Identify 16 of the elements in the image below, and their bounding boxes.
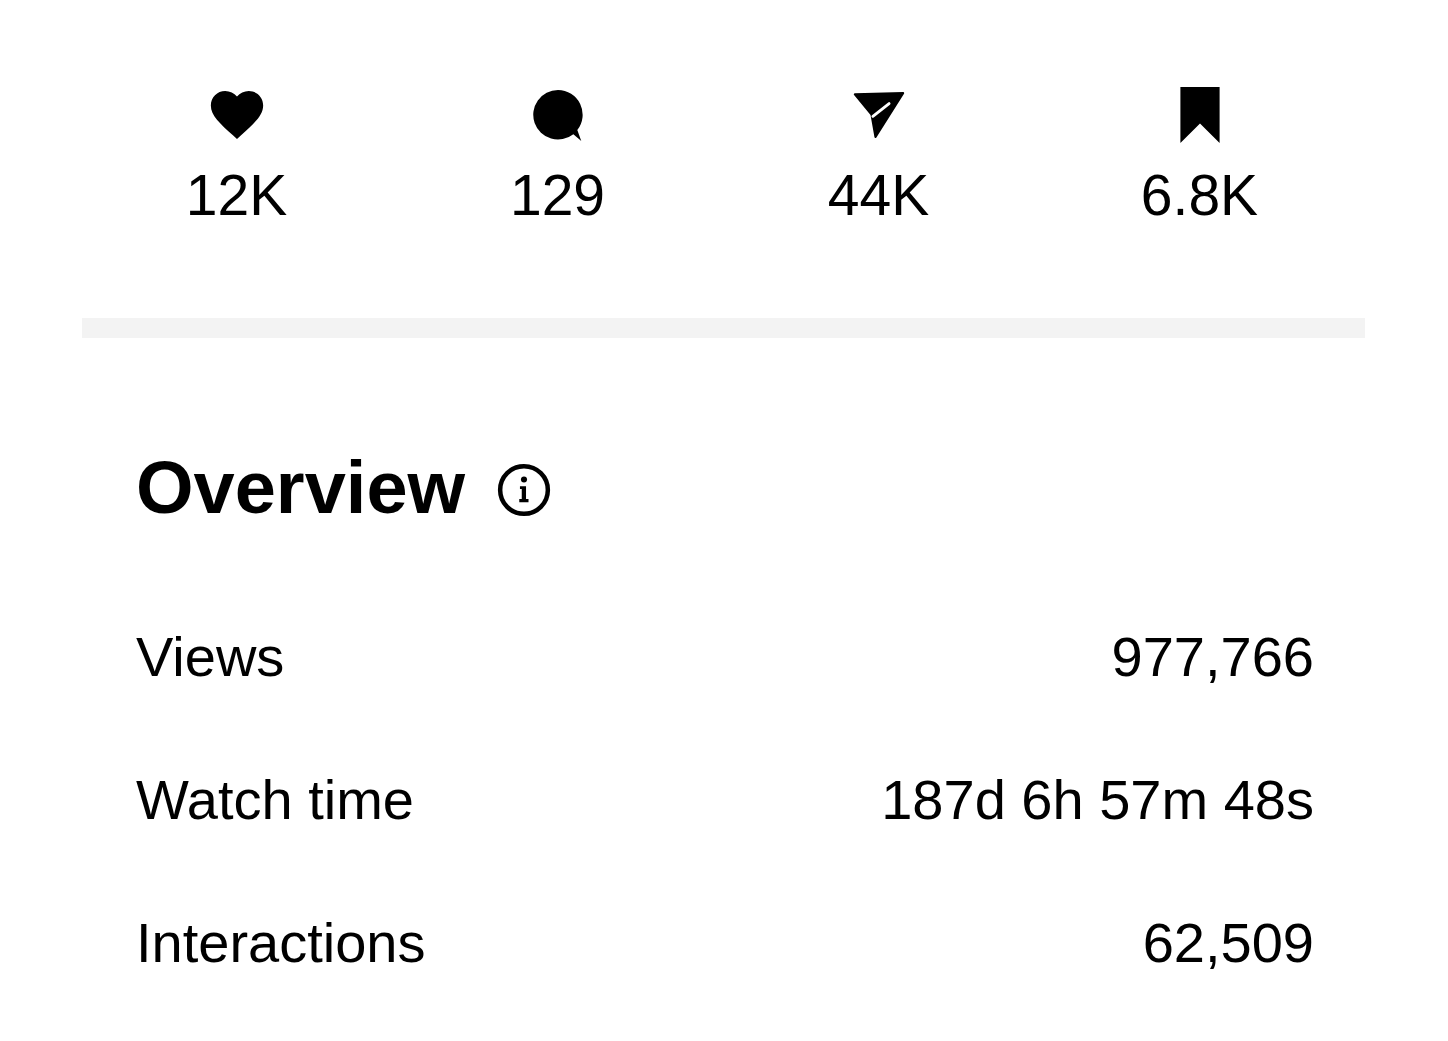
metric-label: Watch time <box>136 772 414 828</box>
metric-value: 62,509 <box>1142 915 1314 971</box>
stat-count: 44K <box>827 167 930 224</box>
heart-icon <box>209 91 264 139</box>
bookmark-icon <box>1179 87 1220 143</box>
paper-plane-icon <box>852 92 905 138</box>
metric-label: Interactions <box>136 915 426 971</box>
stat-count: 6.8K <box>1140 167 1259 224</box>
speech-bubble-icon <box>532 89 583 141</box>
stat-count: 12K <box>185 167 288 224</box>
metric-value: 977,766 <box>1111 629 1314 685</box>
metric-value: 187d 6h 57m 48s <box>881 772 1314 828</box>
metric-label: Views <box>136 629 285 685</box>
stat-count: 129 <box>509 167 606 224</box>
info-icon[interactable] <box>497 463 552 517</box>
section-title: Overview <box>136 451 466 525</box>
